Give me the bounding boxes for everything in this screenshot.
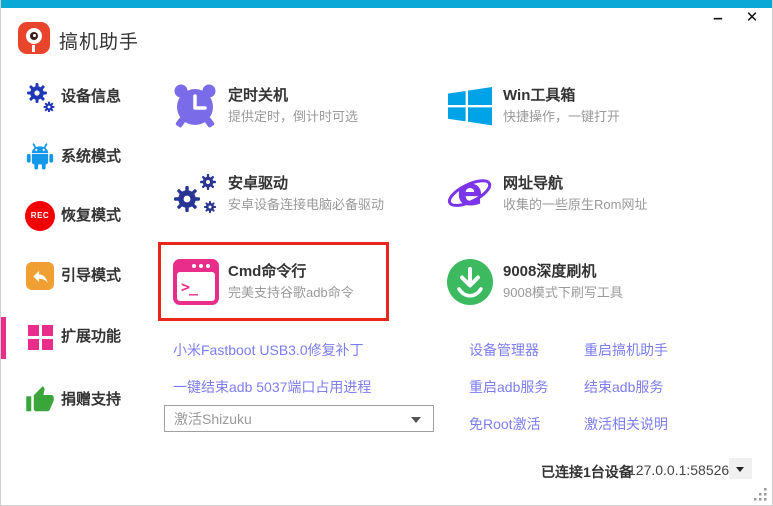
gears-trio-icon: [174, 174, 216, 213]
terminal-prompt: >_: [181, 277, 198, 296]
device-address[interactable]: 127.0.0.1:58526: [628, 462, 729, 478]
link-restart-app[interactable]: 重启搞机助手: [584, 340, 668, 360]
terminal-icon: >_: [173, 259, 219, 305]
sidebar-item-label: 捐赠支持: [61, 391, 122, 408]
android-icon: [26, 143, 54, 170]
connection-status: 已连接1台设备: [541, 464, 633, 480]
back-arrow-icon: [26, 262, 54, 290]
card-title: 安卓驱动: [228, 175, 289, 192]
sidebar-item-label: 引导模式: [61, 267, 122, 284]
card-subtitle: 9008模式下刷写工具: [503, 285, 623, 300]
card-subtitle: 安卓设备连接电脑必备驱动: [228, 197, 385, 212]
resize-grip-icon[interactable]: [753, 487, 769, 503]
card-subtitle: 提供定时，倒计时可选: [228, 109, 359, 124]
sidebar-item-label: 扩展功能: [61, 328, 122, 345]
logo-slit: [32, 45, 35, 52]
card-subtitle: 完美支持谷歌adb命令: [228, 285, 354, 300]
link-restart-adb[interactable]: 重启adb服务: [469, 377, 548, 397]
sidebar-item-extensions[interactable]: 扩展功能: [1, 315, 161, 359]
link-fastboot-patch[interactable]: 小米Fastboot USB3.0修复补丁: [173, 340, 364, 360]
card-9008-flash[interactable]: 9008深度刷机 9008模式下刷写工具: [439, 256, 671, 314]
card-win-toolbox[interactable]: Win工具箱 快捷操作，一键打开: [439, 80, 671, 138]
gears-icon: [27, 83, 55, 112]
thumbs-up-icon: [26, 386, 54, 412]
card-scheduled-shutdown[interactable]: 定时关机 提供定时，倒计时可选: [164, 80, 396, 138]
address-dropdown-button[interactable]: [729, 458, 752, 479]
link-activation-help[interactable]: 激活相关说明: [584, 414, 668, 434]
card-subtitle: 快捷操作，一键打开: [503, 109, 621, 124]
titlebar-accent: [1, 0, 772, 8]
terminal-dots: [206, 264, 210, 268]
svg-text:e: e: [457, 170, 483, 214]
sidebar-item-donate[interactable]: 捐赠支持: [1, 378, 161, 422]
sidebar-item-label: 恢复模式: [61, 207, 122, 224]
ie-browser-icon: e: [447, 170, 492, 214]
shizuku-dropdown-value: 激活Shizuku: [174, 411, 252, 427]
card-title: Win工具箱: [503, 87, 576, 104]
rec-badge-icon: REC: [25, 201, 55, 231]
sidebar-item-recovery-mode[interactable]: REC 恢复模式: [1, 194, 161, 238]
grid-icon: [28, 325, 53, 350]
chevron-down-icon: [736, 467, 744, 472]
download-circle-icon: [447, 259, 493, 305]
link-rootless-activate[interactable]: 免Root激活: [469, 414, 541, 434]
logo-pupil: [30, 32, 38, 40]
sidebar-item-boot-mode[interactable]: 引导模式: [1, 254, 161, 298]
app-window: 搞机助手 – ✕ 设备信息 系统模式 REC 恢复模式 引导模式 扩展功能 捐赠…: [0, 0, 773, 506]
link-device-manager[interactable]: 设备管理器: [469, 340, 539, 360]
link-kill-adb-port[interactable]: 一键结束adb 5037端口占用进程: [173, 377, 371, 397]
card-title: 网址导航: [503, 175, 564, 192]
close-button[interactable]: ✕: [740, 7, 764, 29]
minimize-button[interactable]: –: [706, 7, 730, 29]
card-url-navigation[interactable]: e 网址导航 收集的一些原生Rom网址: [439, 168, 671, 226]
sidebar-item-label: 设备信息: [61, 88, 122, 105]
logo-dot: [33, 34, 36, 37]
link-kill-adb[interactable]: 结束adb服务: [584, 377, 663, 397]
alarm-clock-icon: [174, 84, 216, 128]
card-title: 定时关机: [228, 87, 289, 104]
sidebar-item-device-info[interactable]: 设备信息: [1, 75, 161, 119]
card-title: 9008深度刷机: [503, 263, 597, 280]
app-logo-icon: [18, 22, 50, 54]
app-title: 搞机助手: [59, 32, 140, 53]
logo-ring: [26, 28, 42, 44]
sidebar-item-system-mode[interactable]: 系统模式: [1, 135, 161, 179]
terminal-screen: >_: [177, 272, 215, 301]
card-cmd-terminal[interactable]: >_ Cmd命令行 完美支持谷歌adb命令: [164, 256, 396, 314]
card-subtitle: 收集的一些原生Rom网址: [503, 197, 648, 212]
card-android-driver[interactable]: 安卓驱动 安卓设备连接电脑必备驱动: [164, 168, 396, 226]
windows-icon: [448, 87, 492, 126]
shizuku-dropdown[interactable]: 激活Shizuku: [164, 405, 434, 432]
card-title: Cmd命令行: [228, 263, 307, 280]
sidebar-item-label: 系统模式: [61, 148, 122, 165]
chevron-down-icon: [411, 417, 421, 423]
